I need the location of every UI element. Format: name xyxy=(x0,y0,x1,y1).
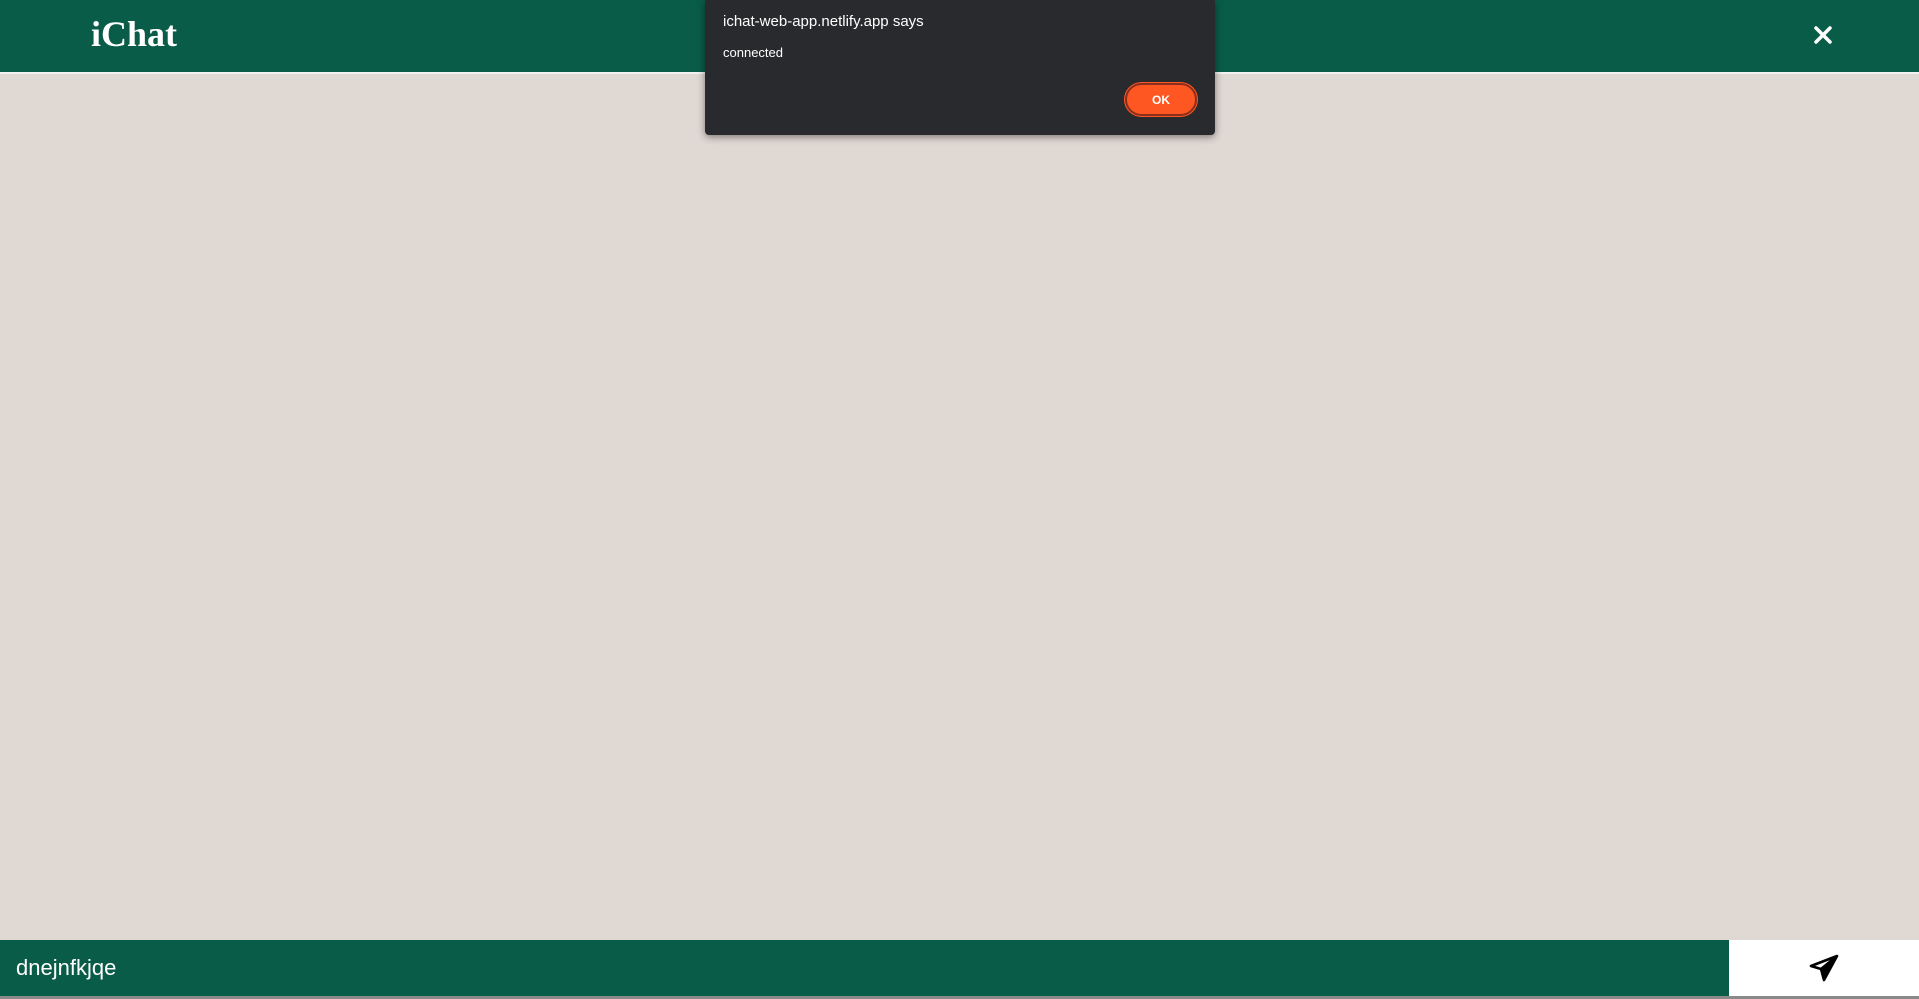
message-input[interactable] xyxy=(0,940,1729,996)
close-button[interactable] xyxy=(1806,18,1840,52)
send-button[interactable] xyxy=(1729,940,1919,996)
ok-button[interactable]: OK xyxy=(1125,83,1197,116)
dialog-title: ichat-web-app.netlify.app says xyxy=(723,13,924,30)
send-paper-plane-icon xyxy=(1809,954,1839,982)
close-icon xyxy=(1814,26,1832,44)
chat-messages-area xyxy=(0,76,1919,940)
dialog-message: connected xyxy=(723,45,783,60)
message-composer xyxy=(0,940,1919,996)
app-brand-title: iChat xyxy=(91,14,178,54)
browser-alert-dialog: ichat-web-app.netlify.app says connected… xyxy=(705,0,1215,135)
